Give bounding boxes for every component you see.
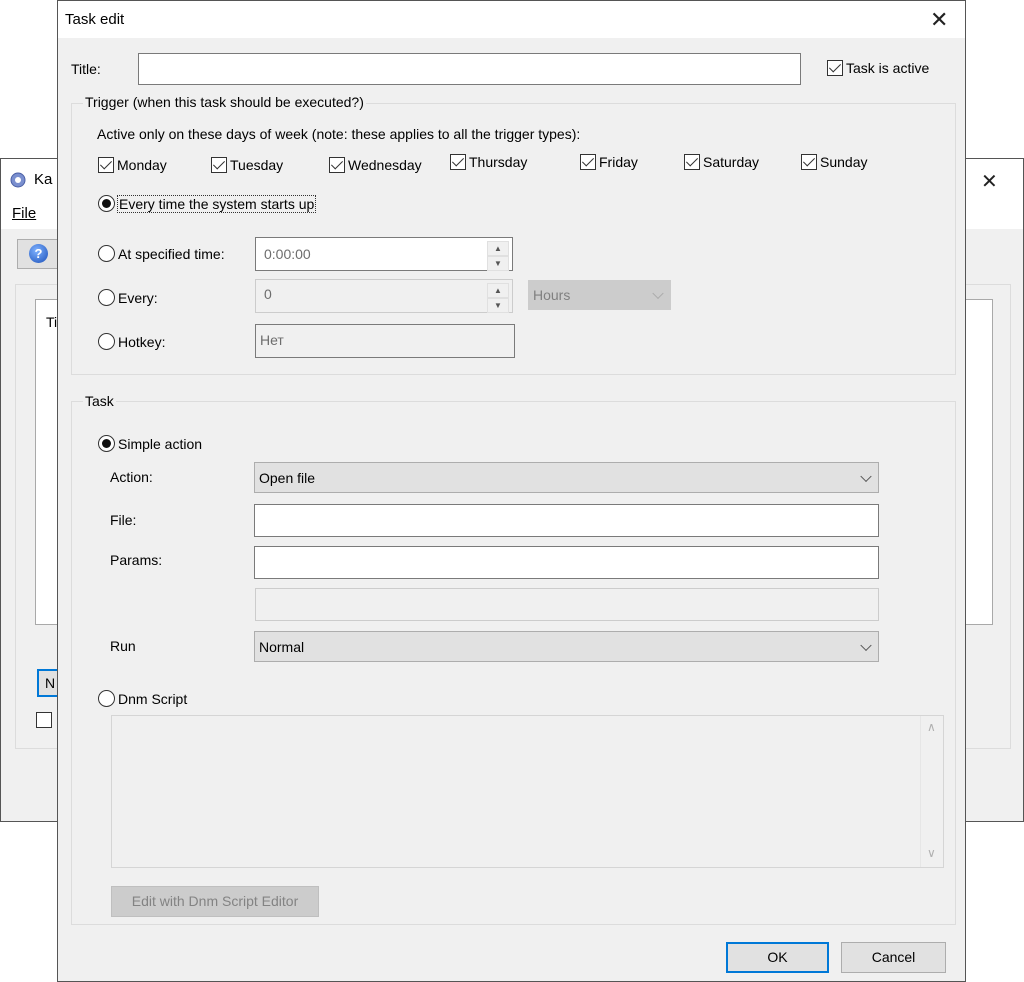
menu-file[interactable]: File bbox=[12, 205, 36, 222]
day-thursday-checkbox[interactable]: Thursday bbox=[450, 154, 527, 170]
main-window-close-icon[interactable]: ✕ bbox=[981, 169, 998, 194]
edit-script-button[interactable]: Edit with Dnm Script Editor bbox=[111, 886, 319, 917]
checkbox-checked-icon bbox=[684, 154, 700, 170]
params-input[interactable] bbox=[254, 546, 879, 579]
hotkey-value: Нет bbox=[260, 332, 284, 348]
main-checkbox[interactable] bbox=[36, 712, 52, 728]
title-input[interactable] bbox=[138, 53, 801, 85]
extra-field[interactable] bbox=[255, 588, 879, 621]
title-label: Title: bbox=[71, 61, 101, 77]
radio-unselected-icon bbox=[98, 289, 115, 306]
script-editor[interactable]: ∧ ∨ bbox=[111, 715, 944, 868]
run-label: Run bbox=[110, 638, 136, 654]
file-input[interactable] bbox=[254, 504, 879, 537]
action-label: Action: bbox=[110, 469, 153, 485]
radio-unselected-icon bbox=[98, 690, 115, 707]
run-select[interactable]: Normal bbox=[254, 631, 879, 662]
trigger-startup-radio[interactable]: Every time the system starts up bbox=[98, 194, 317, 213]
simple-action-radio[interactable]: Simple action bbox=[98, 435, 202, 452]
day-monday-checkbox[interactable]: Monday bbox=[98, 157, 167, 173]
every-spinner[interactable]: ▲ ▼ bbox=[487, 283, 509, 313]
task-active-label: Task is active bbox=[846, 60, 930, 76]
chevron-down-icon bbox=[652, 287, 664, 300]
simple-action-label: Simple action bbox=[118, 435, 203, 452]
checkbox-checked-icon bbox=[211, 157, 227, 173]
dnm-script-label: Dnm Script bbox=[118, 690, 188, 707]
dialog-title: Task edit bbox=[65, 11, 125, 28]
spin-up-icon[interactable]: ▲ bbox=[487, 283, 509, 298]
trigger-at-time-radio[interactable]: At specified time: bbox=[98, 245, 225, 262]
cancel-button[interactable]: Cancel bbox=[841, 942, 946, 973]
task-edit-dialog: Task edit ✕ Title: Task is active Trigge… bbox=[57, 0, 966, 982]
day-wednesday-label: Wednesday bbox=[348, 157, 422, 173]
day-monday-label: Monday bbox=[117, 157, 167, 173]
at-time-input[interactable]: 0:00:00 ▲ ▼ bbox=[255, 237, 513, 271]
main-window-title: Ka bbox=[34, 171, 53, 188]
day-wednesday-checkbox[interactable]: Wednesday bbox=[329, 157, 422, 173]
trigger-every-label: Every: bbox=[118, 289, 158, 306]
app-gear-icon bbox=[10, 172, 26, 188]
trigger-hotkey-label: Hotkey: bbox=[118, 333, 166, 350]
days-note: Active only on these days of week (note:… bbox=[97, 126, 581, 142]
chevron-down-icon bbox=[860, 470, 872, 482]
ok-button[interactable]: OK bbox=[726, 942, 829, 973]
day-thursday-label: Thursday bbox=[469, 154, 528, 170]
trigger-startup-label: Every time the system starts up bbox=[116, 194, 317, 213]
checkbox-checked-icon bbox=[329, 157, 345, 173]
radio-unselected-icon bbox=[98, 333, 115, 350]
trigger-group-legend: Trigger (when this task should be execut… bbox=[83, 94, 366, 110]
list-column-title[interactable]: Ti bbox=[46, 314, 57, 330]
radio-selected-icon bbox=[98, 435, 115, 452]
help-icon: ? bbox=[29, 244, 48, 263]
radio-selected-icon bbox=[98, 195, 115, 212]
script-scrollbar[interactable]: ∧ ∨ bbox=[920, 716, 943, 867]
chevron-down-icon bbox=[860, 639, 872, 651]
day-sunday-checkbox[interactable]: Sunday bbox=[801, 154, 867, 170]
day-saturday-checkbox[interactable]: Saturday bbox=[684, 154, 759, 170]
params-label: Params: bbox=[110, 552, 163, 568]
every-value: 0 bbox=[264, 286, 272, 302]
action-select[interactable]: Open file bbox=[254, 462, 879, 493]
scroll-down-icon[interactable]: ∨ bbox=[927, 846, 936, 860]
dialog-titlebar bbox=[58, 1, 965, 38]
hotkey-input[interactable]: Нет bbox=[255, 324, 515, 358]
day-friday-label: Friday bbox=[599, 154, 638, 170]
checkbox-checked-icon bbox=[580, 154, 596, 170]
task-active-checkbox[interactable]: Task is active bbox=[827, 60, 929, 76]
day-tuesday-label: Tuesday bbox=[230, 157, 284, 173]
day-sunday-label: Sunday bbox=[820, 154, 868, 170]
every-unit-value: Hours bbox=[533, 287, 571, 303]
dialog-close-icon[interactable]: ✕ bbox=[930, 7, 948, 33]
spin-down-icon[interactable]: ▼ bbox=[487, 298, 509, 313]
at-time-value: 0:00:00 bbox=[264, 246, 311, 262]
trigger-every-radio[interactable]: Every: bbox=[98, 289, 158, 306]
dnm-script-radio[interactable]: Dnm Script bbox=[98, 690, 187, 707]
every-input[interactable]: 0 ▲ ▼ bbox=[255, 279, 513, 313]
at-time-spinner[interactable]: ▲ ▼ bbox=[487, 241, 509, 271]
radio-unselected-icon bbox=[98, 245, 115, 262]
every-unit-select[interactable]: Hours bbox=[528, 280, 671, 310]
file-label: File: bbox=[110, 512, 137, 528]
trigger-at-time-label: At specified time: bbox=[118, 245, 225, 262]
task-group-legend: Task bbox=[83, 393, 116, 409]
trigger-hotkey-radio[interactable]: Hotkey: bbox=[98, 333, 165, 350]
spin-down-icon[interactable]: ▼ bbox=[487, 256, 509, 271]
day-tuesday-checkbox[interactable]: Tuesday bbox=[211, 157, 283, 173]
scroll-up-icon[interactable]: ∧ bbox=[927, 720, 936, 734]
checkbox-checked-icon bbox=[98, 157, 114, 173]
run-value: Normal bbox=[259, 638, 305, 655]
day-friday-checkbox[interactable]: Friday bbox=[580, 154, 638, 170]
action-value: Open file bbox=[259, 469, 316, 486]
checkbox-checked-icon bbox=[450, 154, 466, 170]
day-saturday-label: Saturday bbox=[703, 154, 760, 170]
checkbox-checked-icon bbox=[827, 60, 843, 76]
spin-up-icon[interactable]: ▲ bbox=[487, 241, 509, 256]
checkbox-checked-icon bbox=[801, 154, 817, 170]
